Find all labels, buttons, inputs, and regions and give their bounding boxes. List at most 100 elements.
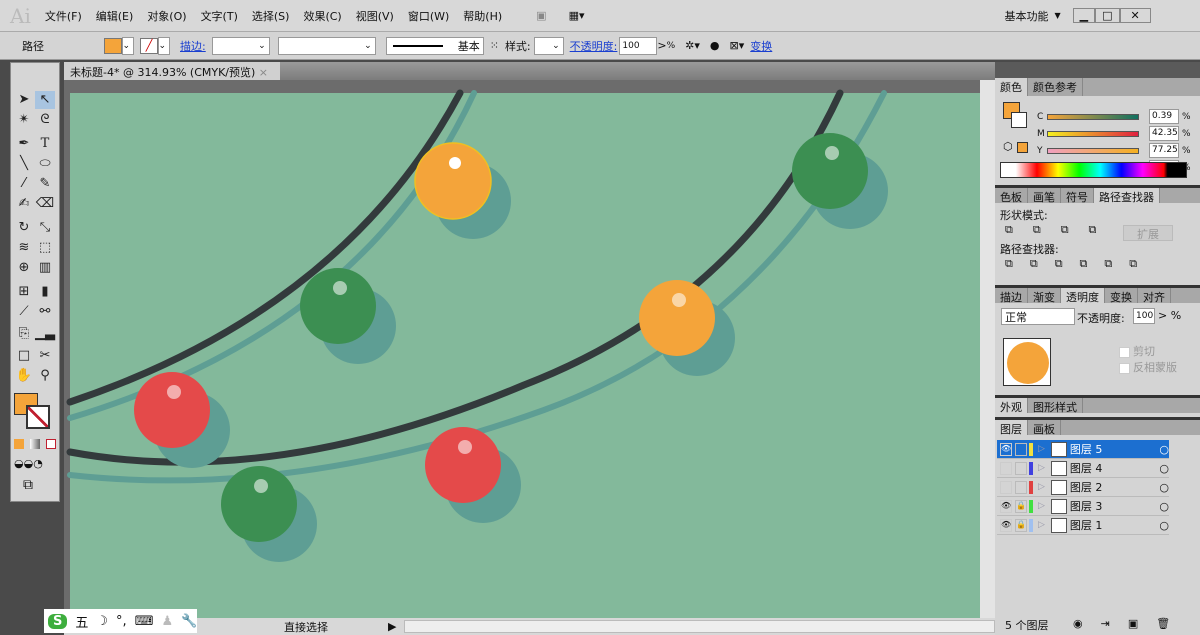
menu-file[interactable]: 文件(F) [45,8,82,24]
color-spectrum[interactable] [1000,162,1187,178]
line-tool[interactable]: ╲ [14,155,34,173]
warp-tool[interactable]: ≋ [14,239,34,257]
ellipse-tool[interactable]: ⬭ [35,155,55,173]
opacity-input[interactable]: 100 [619,36,658,55]
layer-row[interactable]: 👁 🔒 ▷ 图层 3 ○ [997,497,1169,516]
stroke-swatch[interactable]: ╱ [140,37,158,54]
layer-row[interactable]: 👁 🔒 ▷ 图层 1 ○ [997,516,1169,535]
mesh-tool[interactable]: ⊞ [14,283,34,301]
direct-selection-tool[interactable]: ↖ [35,91,55,109]
stroke-link[interactable]: 描边: [180,38,206,54]
slice-tool[interactable]: ✂ [35,347,55,365]
wrench-icon[interactable]: 🔧 [181,614,197,629]
arrange-documents-icon[interactable]: ▦▾ [569,9,585,22]
input-mode[interactable]: 五 [75,612,88,631]
target-icon[interactable]: ○ [1159,481,1169,494]
gradient-tool[interactable]: ▮ [35,283,55,301]
tab-swatches[interactable]: 色板 [995,188,1028,204]
tab-color-guide[interactable]: 颜色参考 [1028,78,1083,96]
input-m[interactable]: 42.35 [1149,126,1179,141]
stroke-color-box[interactable] [26,405,50,429]
align-stroke-icon[interactable]: ⁙ [490,39,499,52]
input-y[interactable]: 77.25 [1149,143,1179,158]
panel-dock-header[interactable] [995,62,1200,78]
tab-stroke[interactable]: 描边 [995,288,1028,304]
graphic-style-icon[interactable]: ● [710,39,720,52]
tab-pathfinder[interactable]: 路径查找器 [1094,188,1160,204]
menu-help[interactable]: 帮助(H) [463,8,502,24]
style-dropdown[interactable]: ⌄ [533,36,564,55]
bridge-icon[interactable]: ▣ [536,9,546,22]
magic-wand-tool[interactable]: ✴ [14,111,34,129]
tab-brushes[interactable]: 画笔 [1028,188,1061,204]
pen-tool[interactable]: ✒ [14,135,34,153]
out-of-gamut-icon[interactable]: ⬡ [1003,140,1013,153]
brush-tool[interactable]: ⁄ [14,175,34,193]
layer-row[interactable]: ▷ 图层 4 ○ [997,459,1169,478]
selection-tool[interactable]: ➤ [14,91,34,109]
slider-y[interactable] [1047,148,1139,154]
brush-dropdown[interactable]: 基本 [385,36,484,55]
menu-window[interactable]: 窗口(W) [408,8,449,24]
tab-layers[interactable]: 图层 [995,420,1028,436]
close-tab-icon[interactable]: × [259,66,268,79]
tab-gradient[interactable]: 渐变 [1028,288,1061,304]
maximize-button[interactable]: □ [1095,8,1120,23]
slider-m[interactable] [1047,131,1139,137]
tab-symbols[interactable]: 符号 [1061,188,1094,204]
current-tool-status[interactable]: 直接选择 [284,619,384,635]
expand-arrow-icon[interactable]: ▷ [1038,444,1045,454]
type-tool[interactable]: T [35,135,55,153]
canvas[interactable] [64,80,980,618]
status-menu-arrow[interactable]: ▶ [388,620,396,633]
pencil-tool[interactable]: ✎ [35,175,55,193]
clip-checkbox[interactable]: 剪切 [1119,343,1155,359]
web-color-swatch[interactable] [1017,142,1028,153]
lock-toggle[interactable]: 🔒 [1015,518,1027,532]
slider-c[interactable] [1047,114,1139,120]
lasso-tool[interactable]: ᘓ [35,111,55,129]
menu-type[interactable]: 文字(T) [201,8,238,24]
layer-row[interactable]: ▷ 图层 2 ○ [997,478,1169,497]
lock-toggle[interactable]: 🔒 [1015,499,1027,513]
symbol-sprayer-tool[interactable]: ⎘ [14,325,34,343]
expand-arrow-icon[interactable]: ▷ [1038,463,1045,473]
close-button[interactable]: ✕ [1119,8,1151,23]
target-icon[interactable]: ○ [1159,443,1169,456]
gradient-mode-icon[interactable] [30,439,40,449]
user-icon[interactable]: ♟ [161,614,173,629]
input-c[interactable]: 0.39 [1149,109,1179,124]
visibility-toggle[interactable]: 👁 [1000,518,1012,532]
column-graph-tool[interactable]: ▁▃ [35,325,55,343]
moon-icon[interactable]: ☽ [96,614,108,629]
keyboard-icon[interactable]: ⌨ [135,614,154,629]
horizontal-scrollbar[interactable] [404,620,995,633]
workspace-switcher[interactable]: 基本功能 [1004,8,1048,24]
recolor-icon[interactable]: ✲▾ [685,39,700,52]
lock-toggle[interactable] [1015,461,1027,475]
tab-artboards[interactable]: 画板 [1028,420,1061,436]
artboard-tool[interactable]: □ [14,347,34,365]
expand-arrow-icon[interactable]: ▷ [1038,482,1045,492]
blend-tool[interactable]: ⚯ [35,303,55,321]
tab-appearance[interactable]: 外观 [995,398,1028,414]
expand-arrow-icon[interactable]: ▷ [1038,520,1045,530]
hand-tool[interactable]: ✋ [14,367,34,385]
visibility-toggle[interactable]: 👁 [1000,442,1012,456]
opacity-link[interactable]: 不透明度: [570,38,618,54]
tab-transform[interactable]: 变换 [1105,288,1138,304]
lock-toggle[interactable] [1015,442,1027,456]
expand-arrow-icon[interactable]: ▷ [1038,501,1045,511]
target-icon[interactable]: ○ [1159,500,1169,513]
tab-color[interactable]: 颜色 [995,78,1028,96]
eyedropper-tool[interactable]: ⟋ [14,303,34,321]
visibility-toggle[interactable] [1000,480,1012,494]
pathfinder-buttons[interactable]: ⧉⧉⧉⧉⧉⧉ [1005,257,1200,271]
tab-align[interactable]: 对齐 [1138,288,1171,304]
shape-builder-tool[interactable]: ⊕ [14,259,34,277]
align-icon[interactable]: ⊠▾ [730,39,745,52]
expand-button[interactable]: 扩展 [1123,225,1173,241]
scale-tool[interactable]: ⤡ [35,219,55,237]
menu-object[interactable]: 对象(O) [147,8,186,24]
stroke-weight-input[interactable]: ⌄ [211,36,270,55]
